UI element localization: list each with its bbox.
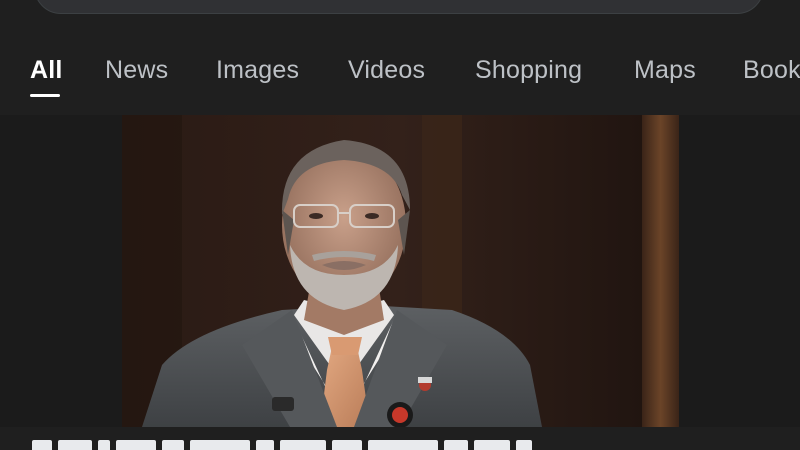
tab-shopping[interactable]: Shopping — [475, 56, 582, 85]
result-title-cropped-text — [32, 440, 538, 450]
active-tab-indicator — [30, 94, 60, 97]
result-title-partial[interactable] — [0, 427, 800, 450]
result-image-container[interactable] — [0, 115, 800, 427]
tab-books[interactable]: Book — [743, 56, 800, 85]
tab-news[interactable]: News — [105, 56, 168, 85]
tab-maps[interactable]: Maps — [634, 56, 696, 85]
search-results-page: All News Images Videos Shopping Maps Boo… — [0, 0, 800, 450]
photo-portrait-illustration — [122, 115, 679, 427]
search-input[interactable] — [34, 0, 764, 14]
result-photo[interactable] — [122, 115, 679, 427]
tab-all[interactable]: All — [30, 56, 63, 85]
tab-images[interactable]: Images — [216, 56, 299, 85]
tab-videos[interactable]: Videos — [348, 56, 425, 85]
search-tabs-bar: All News Images Videos Shopping Maps Boo… — [0, 40, 800, 116]
